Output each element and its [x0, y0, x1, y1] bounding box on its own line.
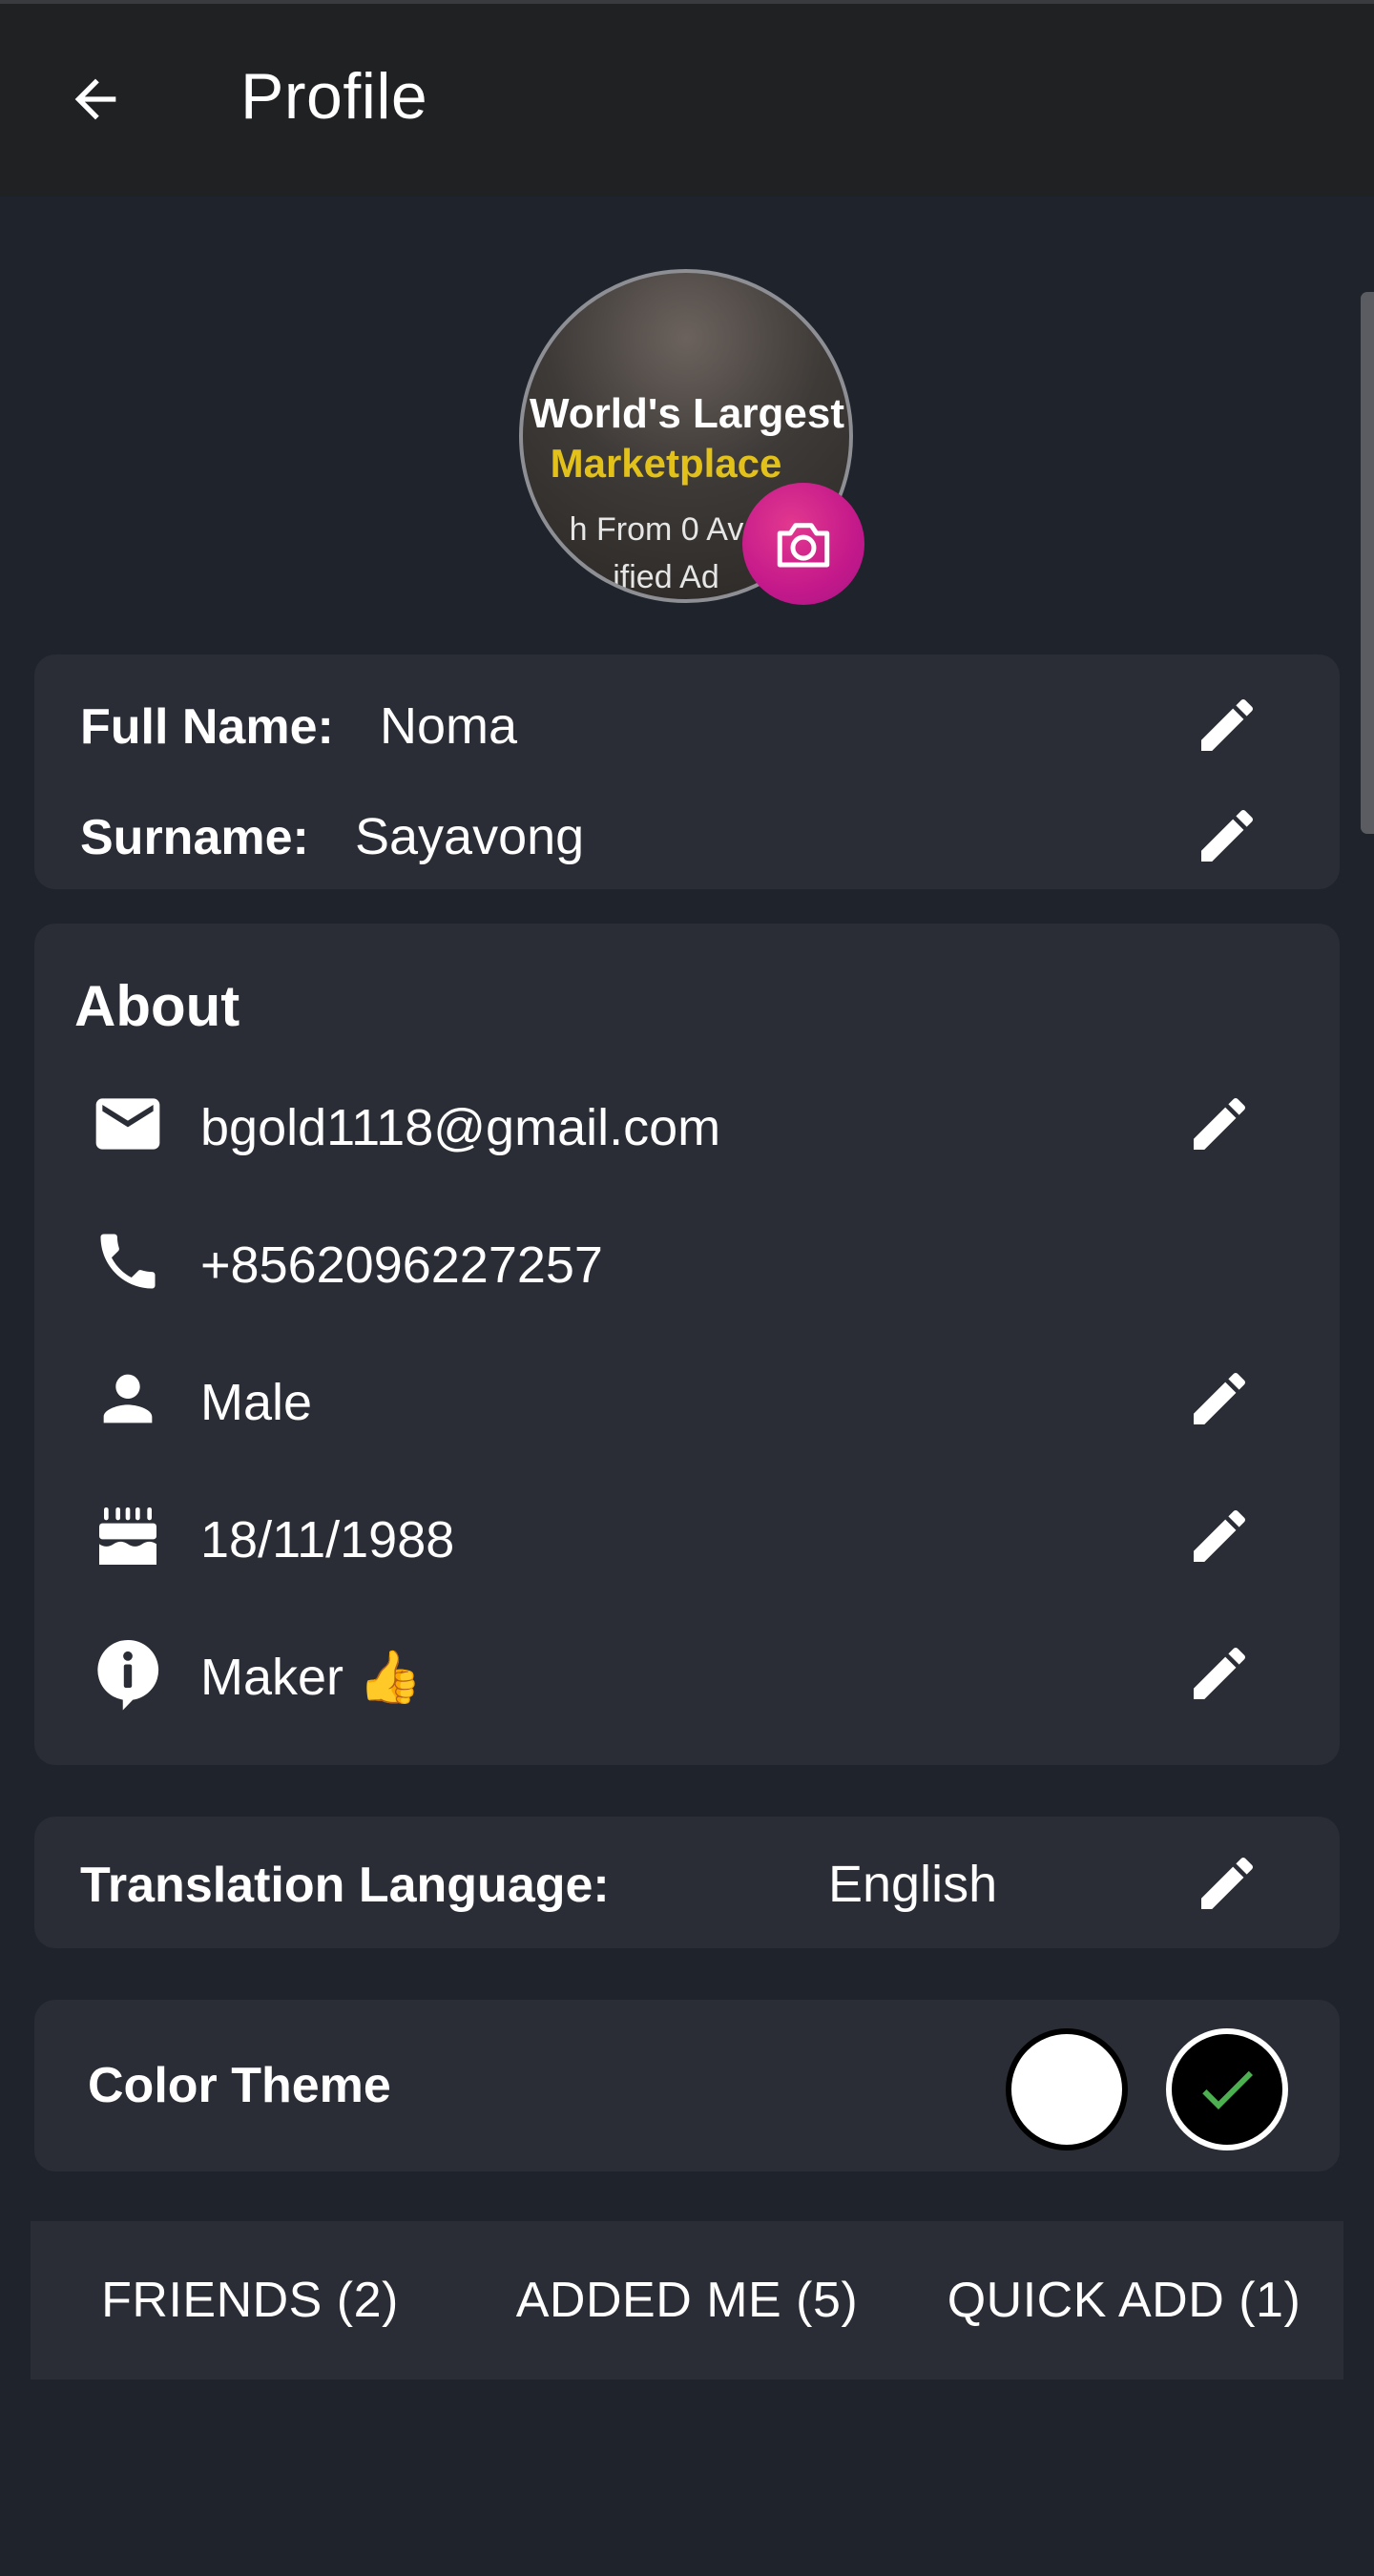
friends-tab-bar: FRIENDS (2) ADDED ME (5) QUICK ADD (1): [31, 2221, 1343, 2379]
pencil-icon: [1194, 1097, 1246, 1150]
edit-email-button[interactable]: [1174, 1078, 1265, 1170]
translation-language-card: Translation Language: English: [34, 1817, 1340, 1948]
birthday-value: 18/11/1988: [200, 1511, 455, 1568]
edit-translation-language-button[interactable]: [1181, 1838, 1273, 1929]
info-bubble-icon: [82, 1628, 174, 1719]
about-title: About: [74, 974, 240, 1038]
edit-full-name-button[interactable]: [1181, 679, 1273, 771]
scrollbar-thumb[interactable]: [1361, 292, 1374, 834]
arrow-back-icon: [74, 78, 116, 120]
pencil-icon: [1194, 1647, 1246, 1699]
gender-value: Male: [200, 1374, 313, 1431]
surname-label: Surname:: [80, 810, 309, 865]
light-theme-swatch[interactable]: [1006, 2028, 1128, 2150]
check-icon: [1202, 2070, 1253, 2109]
about-card: About bgold1118@gmail.com +8562096227257…: [34, 924, 1340, 1765]
surname-value: Sayavong: [355, 808, 585, 865]
avatar-text-line1: World's Largest: [530, 390, 844, 437]
camera-icon: [777, 523, 830, 568]
translation-language-value: English: [828, 1856, 998, 1913]
pencil-icon: [1201, 1857, 1254, 1909]
color-theme-card: Color Theme: [34, 2000, 1340, 2171]
back-button[interactable]: [50, 53, 141, 145]
full-name-label: Full Name:: [80, 699, 334, 755]
avatar-text-line3: h From 0 Av: [570, 511, 744, 548]
edit-surname-button[interactable]: [1181, 790, 1273, 882]
dark-theme-swatch[interactable]: [1166, 2028, 1288, 2150]
edit-bio-button[interactable]: [1174, 1628, 1265, 1719]
name-card: Full Name: Noma Surname: Sayavong: [34, 654, 1340, 889]
full-name-value: Noma: [380, 697, 518, 755]
pencil-icon: [1201, 809, 1254, 862]
edit-birthday-button[interactable]: [1174, 1490, 1265, 1582]
bio-value: Maker 👍: [200, 1649, 423, 1706]
pencil-icon: [1194, 1509, 1246, 1562]
email-icon: [82, 1078, 174, 1170]
page-title: Profile: [240, 60, 428, 133]
cake-icon: [82, 1490, 174, 1582]
tab-quick-add[interactable]: QUICK ADD (1): [905, 2221, 1343, 2379]
pencil-icon: [1194, 1372, 1246, 1424]
tab-added-me[interactable]: ADDED ME (5): [469, 2221, 905, 2379]
person-icon: [82, 1353, 174, 1444]
phone-value: +8562096227257: [200, 1236, 603, 1294]
avatar-text-line4: ified Ad: [613, 559, 719, 595]
edit-gender-button[interactable]: [1174, 1353, 1265, 1444]
avatar-text-line2: Marketplace: [551, 441, 782, 486]
tab-friends[interactable]: FRIENDS (2): [31, 2221, 469, 2379]
email-value: bgold1118@gmail.com: [200, 1099, 721, 1156]
color-theme-label: Color Theme: [88, 2058, 391, 2113]
change-photo-button[interactable]: [742, 483, 864, 605]
app-bar: Profile: [0, 0, 1374, 197]
pencil-icon: [1201, 698, 1254, 751]
phone-icon: [82, 1215, 174, 1307]
translation-language-label: Translation Language:: [80, 1858, 610, 1913]
